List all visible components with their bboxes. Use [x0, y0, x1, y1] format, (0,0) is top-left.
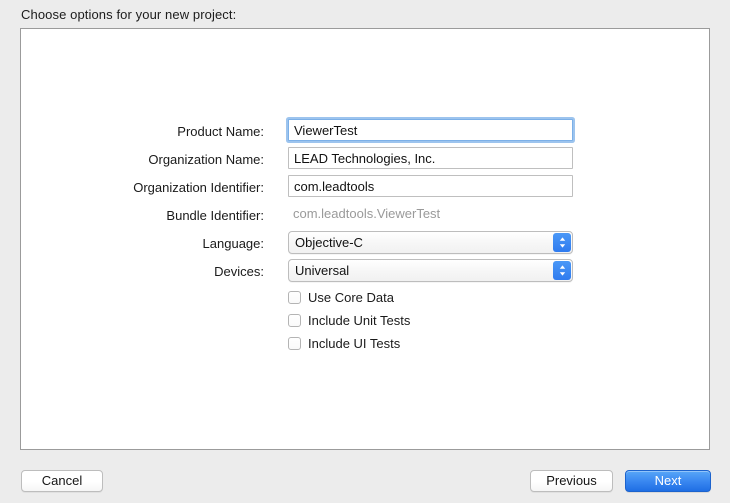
organization-identifier-label: Organization Identifier: [133, 180, 264, 195]
checkbox-unchecked-icon[interactable] [288, 291, 301, 304]
product-name-control [288, 119, 573, 141]
devices-select[interactable]: Universal [288, 259, 573, 282]
language-control: Objective-C [288, 231, 573, 254]
form-row-product-name: Product Name: [21, 119, 709, 147]
checkbox-unchecked-icon[interactable] [288, 337, 301, 350]
organization-name-control [288, 147, 573, 169]
devices-selected-value: Universal [295, 263, 350, 278]
language-select[interactable]: Objective-C [288, 231, 573, 254]
bundle-identifier-label: Bundle Identifier: [166, 208, 264, 223]
checkbox-include-ui-tests-label: Include UI Tests [308, 336, 401, 351]
chevron-up-down-icon [553, 233, 571, 252]
form-row-checkboxes: Use Core Data Include Unit Tests Include… [21, 287, 709, 357]
form-row-bundle-identifier: Bundle Identifier: com.leadtools.ViewerT… [21, 203, 709, 231]
project-options-form: Product Name: Organization Name: Organiz… [21, 119, 709, 357]
checkbox-use-core-data-label: Use Core Data [308, 290, 394, 305]
organization-name-input[interactable] [288, 147, 573, 169]
form-row-organization-name: Organization Name: [21, 147, 709, 175]
previous-button[interactable]: Previous [530, 470, 613, 492]
form-row-devices: Devices: Universal [21, 259, 709, 287]
bundle-identifier-value: com.leadtools.ViewerTest [293, 206, 441, 221]
product-name-input[interactable] [288, 119, 573, 141]
checkbox-include-unit-tests-label: Include Unit Tests [308, 313, 411, 328]
devices-label: Devices: [214, 264, 264, 279]
organization-identifier-control [288, 175, 573, 197]
form-row-language: Language: Objective-C [21, 231, 709, 259]
bundle-identifier-control: com.leadtools.ViewerTest [288, 203, 573, 225]
options-panel: Product Name: Organization Name: Organiz… [20, 28, 710, 450]
checkbox-unchecked-icon[interactable] [288, 314, 301, 327]
chevron-up-down-icon [553, 261, 571, 280]
organization-identifier-input[interactable] [288, 175, 573, 197]
checkbox-include-unit-tests[interactable]: Include Unit Tests [288, 310, 410, 331]
language-selected-value: Objective-C [295, 235, 363, 250]
product-name-label: Product Name: [177, 124, 264, 139]
organization-name-label: Organization Name: [148, 152, 264, 167]
page-title: Choose options for your new project: [21, 7, 237, 22]
cancel-button[interactable]: Cancel [21, 470, 103, 492]
checkbox-use-core-data[interactable]: Use Core Data [288, 287, 410, 308]
next-button[interactable]: Next [625, 470, 711, 492]
checkbox-include-ui-tests[interactable]: Include UI Tests [288, 333, 410, 354]
form-row-organization-identifier: Organization Identifier: [21, 175, 709, 203]
options-checkbox-group: Use Core Data Include Unit Tests Include… [288, 287, 410, 356]
devices-control: Universal [288, 259, 573, 282]
language-label: Language: [202, 236, 264, 251]
